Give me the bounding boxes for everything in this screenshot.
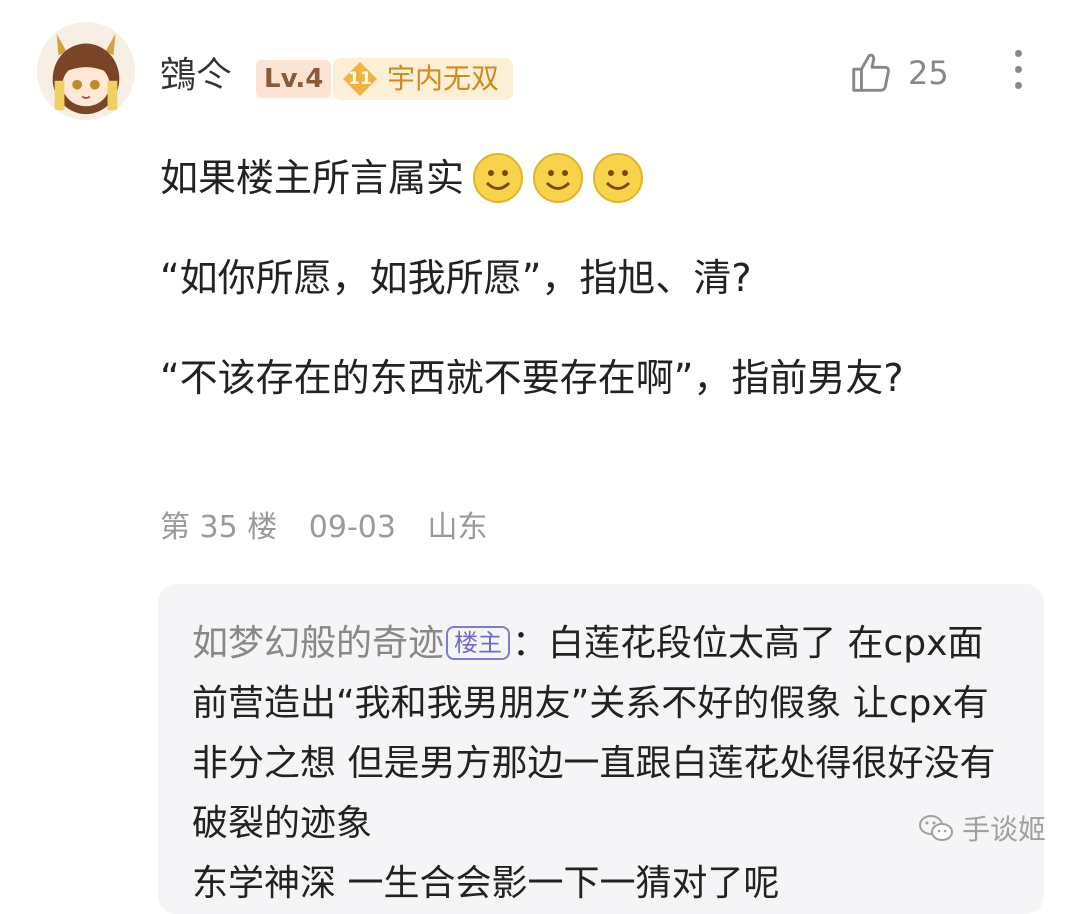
- comment-meta: 第 35 楼 09-03 山东: [160, 508, 510, 548]
- title-level: 11: [348, 69, 372, 89]
- like-button[interactable]: 25: [848, 50, 949, 96]
- avatar[interactable]: [37, 22, 135, 120]
- level-badge: Lv.4: [256, 60, 332, 98]
- username[interactable]: 鵼仒: [160, 54, 232, 98]
- reply-separator: ：: [512, 623, 549, 664]
- comment-body: 如果楼主所言属实 “如你所愿，如我所愿”，指旭、清? “不该存在的东西就不要存在…: [160, 148, 1000, 448]
- like-count: 25: [908, 54, 949, 92]
- watermark-text: 手谈姬: [962, 813, 1047, 846]
- more-vertical-icon[interactable]: [1008, 50, 1028, 96]
- title-text: 宇内无双: [387, 62, 500, 95]
- wechat-icon: [919, 815, 953, 841]
- smiley-emoji-icon: [472, 152, 524, 204]
- diamond-badge-icon: 11: [341, 60, 379, 98]
- post-location: 山东: [427, 510, 488, 545]
- watermark: 手谈姬: [918, 808, 1046, 848]
- comment-line-2: “如你所愿，如我所愿”，指旭、清?: [160, 256, 752, 300]
- reply-box[interactable]: 如梦幻般的奇迹 楼主 ：白莲花段位太高了 在cpx面前营造出“我和我男朋友”关系不好…: [158, 584, 1044, 914]
- comment-line-3: “不该存在的东西就不要存在啊”，指前男友?: [160, 356, 904, 400]
- smiley-emoji-icon: [532, 152, 584, 204]
- reply-item[interactable]: 如梦幻般的奇迹 楼主 ：白莲花段位太高了 在cpx面前营造出“我和我男朋友”关系不好…: [192, 614, 1012, 854]
- post-date: 09-03: [308, 510, 396, 545]
- thumbs-up-icon: [852, 53, 890, 92]
- op-badge: 楼主: [446, 626, 511, 660]
- reply-item-partial[interactable]: 东学神深 一生合会影一下一猜对了呢: [192, 854, 779, 914]
- reply-author[interactable]: 如梦幻般的奇迹: [192, 623, 444, 664]
- title-badge: 11 宇内无双: [333, 58, 514, 100]
- comment-line-1-row: 如果楼主所言属实: [160, 148, 1000, 208]
- smiley-emoji-icon: [592, 152, 644, 204]
- comment-line-1: 如果楼主所言属实: [160, 156, 465, 200]
- floor-number: 第 35 楼: [160, 510, 278, 545]
